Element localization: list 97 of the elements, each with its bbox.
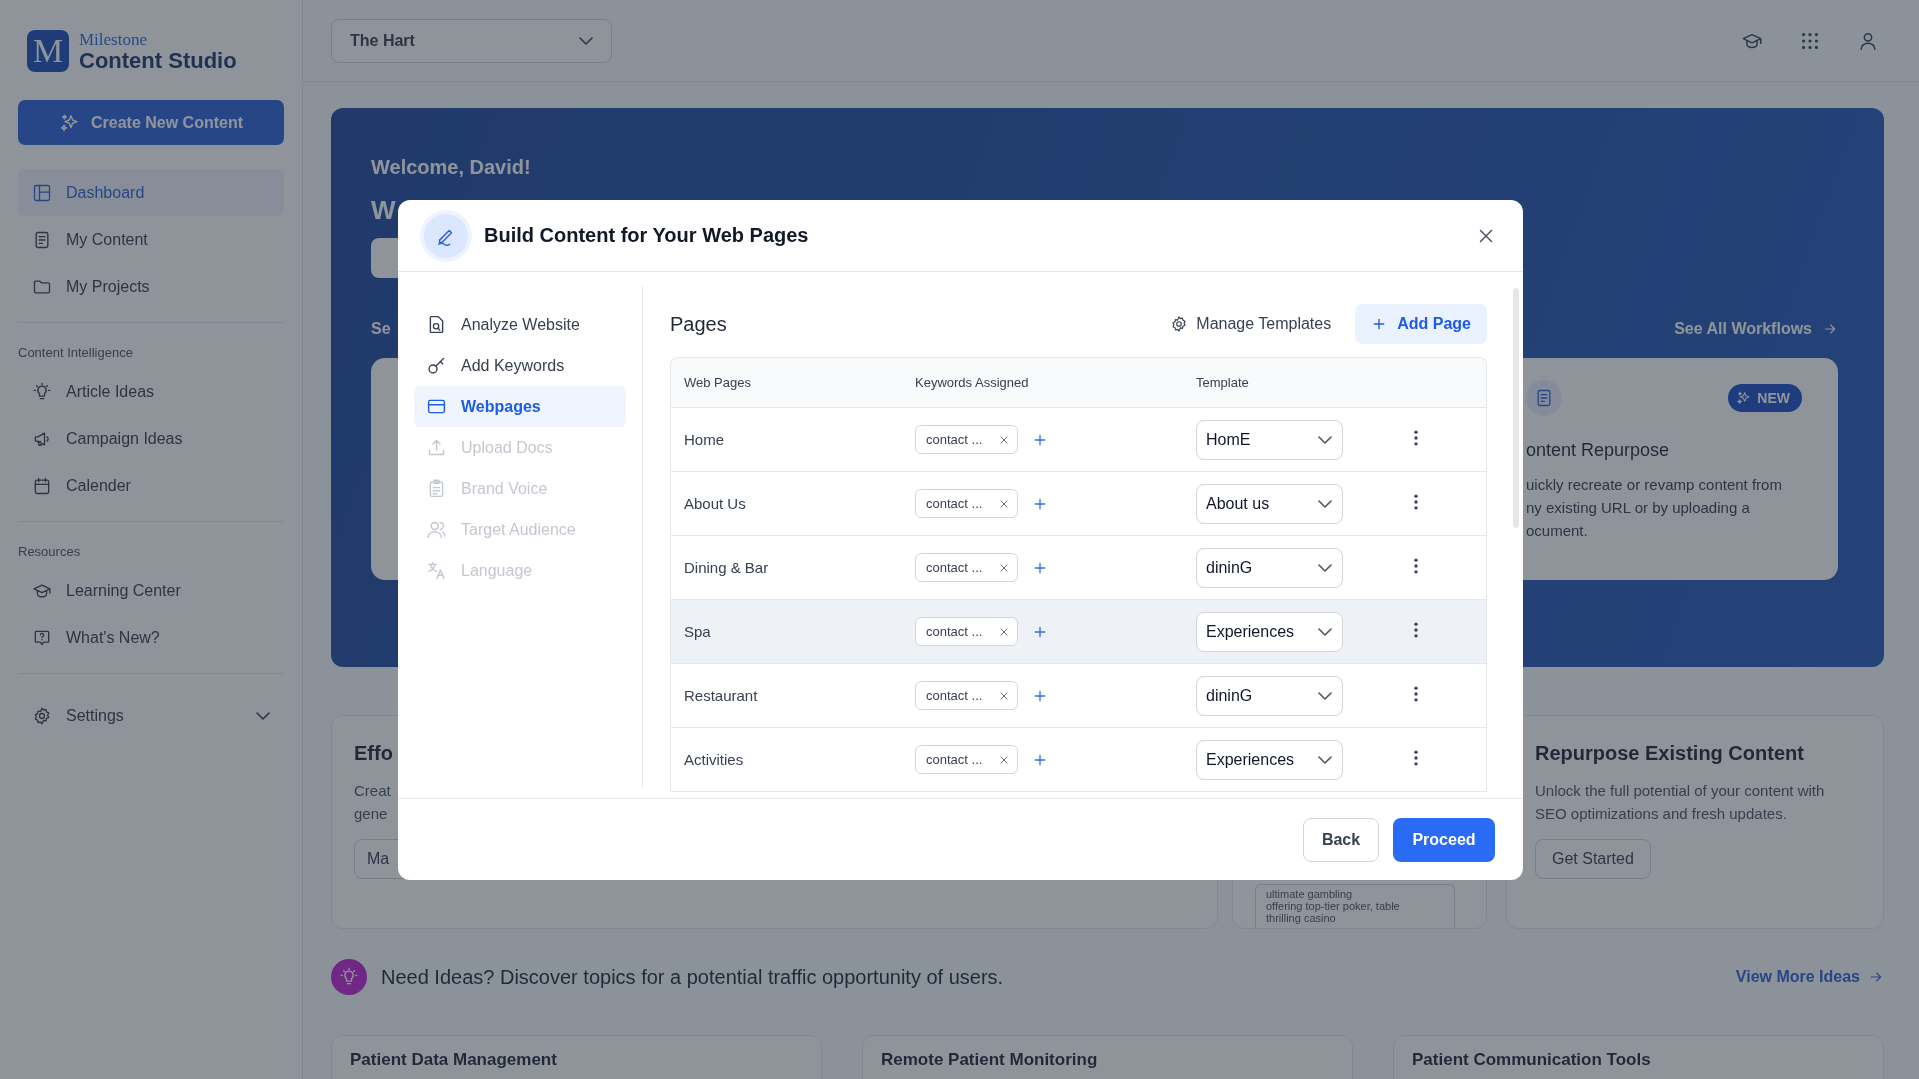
template-dropdown[interactable]: dininG [1196,547,1343,588]
topic-title: Patient Communication Tools [1412,1050,1652,1070]
sidebar-item[interactable]: Campaign Ideas [18,415,284,462]
keyword-chip[interactable]: contact ... [915,745,1019,774]
gear-icon [32,705,52,726]
scrollbar[interactable] [1513,288,1519,528]
greeting: Welcome, David! [371,156,531,179]
chevron-down-icon [1318,691,1332,700]
brand-name: Milestone [79,30,148,48]
section-title: Pages [670,312,728,336]
preview-text: thrilling casino [1266,912,1336,924]
property-dropdown[interactable]: The Hart [331,18,612,63]
preview-text: ultimate gambling [1266,888,1353,900]
column-header: Template [1196,375,1250,390]
arrow-right-icon [1822,321,1838,337]
lightbulb-icon [331,959,367,995]
card-title: Effo [354,742,393,765]
users-icon [426,519,447,540]
preview-text: offering top-tier poker, table [1266,900,1400,912]
chevron-down-icon [1318,755,1332,764]
card-description: ocument. [1526,521,1589,541]
dialog-title: Build Content for Your Web Pages [484,224,810,247]
gear-icon [1170,315,1189,333]
template-dropdown[interactable]: Experiences [1196,739,1343,780]
topic-card[interactable]: Remote Patient Monitoring [862,1035,1353,1079]
banner-heading: W [371,195,396,226]
chevron-icon [256,711,270,720]
card-title: ontent Repurpose [1526,440,1671,461]
lightbulb-icon [32,381,52,402]
section-heading: Resources [18,543,82,561]
template-dropdown[interactable]: dininG [1196,675,1343,716]
template-dropdown[interactable]: HomE [1196,419,1343,460]
layout-icon [32,182,52,203]
sidebar-item[interactable]: Calender [18,462,284,509]
upload-icon [426,437,447,458]
proceed-button[interactable]: Proceed [1393,817,1495,862]
card-title: Repurpose Existing Content [1535,742,1804,765]
topic-title: Remote Patient Monitoring [881,1050,1099,1070]
chevron-down-icon [1318,499,1332,508]
topic-card[interactable]: Patient Data Management [331,1035,822,1079]
step-item[interactable]: Add Keywords [414,345,626,386]
product-name: Content Studio [79,49,237,72]
key-icon [426,355,447,376]
keyword-chip[interactable]: contact ... [915,553,1019,582]
keyword-chip[interactable]: contact ... [915,617,1019,646]
sidebar-item[interactable]: My Projects [18,263,284,310]
table-row[interactable]: Spa contact ... Experiences [671,600,1486,664]
chevron-down-icon [1318,563,1332,572]
step-item[interactable]: Analyze Website [414,304,626,345]
document-icon [1526,380,1562,416]
table-cell-text: Spa [683,623,712,640]
keyword-chip[interactable]: contact ... [915,489,1019,518]
sidebar-item[interactable]: Dashboard [18,169,284,216]
view-more-ideas-link[interactable]: View More Ideas [1735,968,1884,986]
sparkle-icon [59,111,81,134]
back-button[interactable]: Back [1303,817,1379,862]
keyword-chip[interactable]: contact ... [915,681,1019,710]
topic-title: Patient Data Management [350,1050,558,1070]
table-cell-text: Restaurant [683,687,759,704]
settings-item[interactable]: Settings [18,692,284,739]
table-cell-text: About Us [683,495,747,512]
ideas-prompt: Need Ideas? Discover topics for a potential traffic opportunity of users. [381,965,1004,989]
card-description: ny existing URL or by uploading a [1526,498,1751,518]
column-header: Keywords Assigned [915,375,1030,390]
workflows-link[interactable]: See All Workflows [1674,320,1838,338]
template-dropdown[interactable]: Experiences [1196,611,1343,652]
logo-mark: M [27,30,69,72]
arrow-right-icon [1868,969,1884,985]
pen-icon [424,213,468,258]
table-cell-text: Activities [683,751,745,768]
create-button[interactable]: Create New Content [18,100,284,145]
new-badge: NEW [1728,384,1802,412]
topic-card[interactable]: Patient Communication Tools [1393,1035,1884,1079]
manage-templates-link[interactable]: Manage Templates [1170,315,1332,333]
chevron-down-icon [579,36,593,45]
get-started-button[interactable]: Get Started [1535,839,1651,879]
sidebar-item[interactable]: My Content [18,216,284,263]
sidebar-item[interactable]: Learning Center [18,567,284,614]
keyword-chip[interactable]: contact ... [915,425,1019,454]
table-cell-text: Dining & Bar [683,559,770,576]
step-item[interactable]: Webpages [414,386,626,427]
template-dropdown[interactable]: About us [1196,483,1343,524]
add-page-button[interactable]: Add Page [1355,304,1487,344]
section-heading: Content Intelligence [18,344,134,362]
card-description: Unlock the full potential of your content with SEO optimizations and fresh updates. [1535,781,1826,824]
table-cell-text: Home [683,431,725,448]
section-label: Se [371,320,391,338]
card-description: uickly recreate or revamp content from [1526,475,1783,495]
sidebar-item[interactable]: What's New? [18,614,284,661]
card-description: Creat [354,781,392,801]
column-header: Web Pages [683,375,752,390]
translate-icon [426,560,447,581]
card-description: gene [354,804,389,824]
calendar-icon [32,475,52,496]
chevron-down-icon [1318,435,1332,444]
chevron-down-icon [1318,627,1332,636]
sidebar-item[interactable]: Article Ideas [18,368,284,415]
